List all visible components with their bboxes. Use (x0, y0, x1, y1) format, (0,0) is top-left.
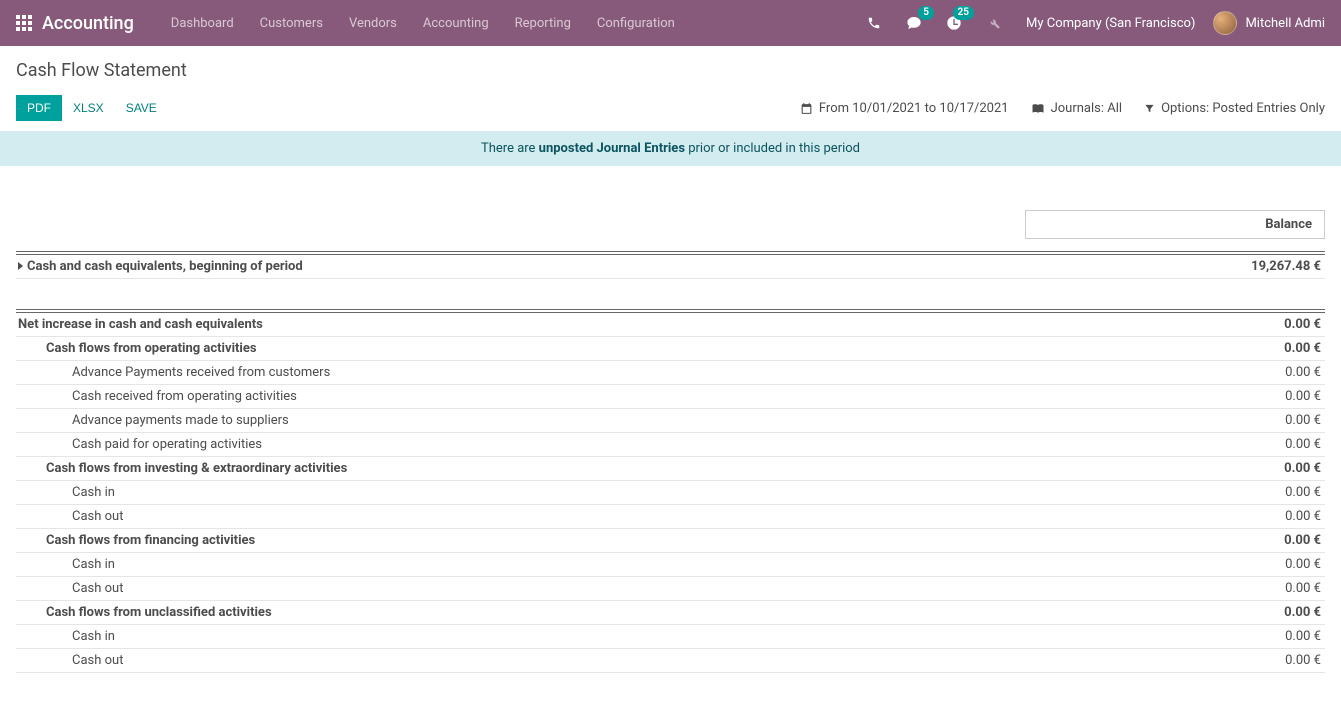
caret-icon (18, 262, 23, 270)
company-switcher[interactable]: My Company (San Francisco) (1020, 16, 1201, 31)
banner-text-pre: There are (481, 141, 539, 156)
nav-accounting[interactable]: Accounting (410, 0, 502, 46)
row-unclassified-header[interactable]: Cash flows from unclassified activities … (16, 601, 1325, 625)
row-investing-header[interactable]: Cash flows from investing & extraordinar… (16, 457, 1325, 481)
row-label: Cash and cash equivalents, beginning of … (27, 259, 303, 274)
row-op-2[interactable]: Advance payments made to suppliers0.00 € (16, 409, 1325, 433)
row-value: 0.00 € (1185, 629, 1325, 644)
calendar-icon (800, 102, 813, 115)
row-value: 0.00 € (1185, 509, 1325, 524)
messages-button[interactable]: 5 (900, 9, 928, 37)
row-label: Cash flows from unclassified activities (16, 605, 1185, 620)
user-menu[interactable]: Mitchell Admi (1213, 11, 1325, 35)
row-label: Cash out (16, 581, 1185, 596)
apps-icon (16, 15, 32, 31)
book-icon (1031, 102, 1045, 114)
row-label: Cash paid for operating activities (16, 437, 1185, 452)
row-value: 0.00 € (1185, 389, 1325, 404)
row-value: 0.00 € (1185, 461, 1325, 476)
row-label: Cash in (16, 485, 1185, 500)
row-value: 0.00 € (1185, 605, 1325, 620)
user-name: Mitchell Admi (1245, 16, 1325, 31)
balance-column-header: Balance (1025, 210, 1325, 239)
unposted-entries-banner: There are unposted Journal Entries prior… (0, 131, 1341, 166)
xlsx-button[interactable]: XLSX (62, 95, 115, 121)
row-value: 0.00 € (1185, 533, 1325, 548)
row-label: Net increase in cash and cash equivalent… (16, 317, 1185, 332)
nav-dashboard[interactable]: Dashboard (158, 0, 247, 46)
banner-text-post: prior or included in this period (685, 141, 860, 156)
row-op-3[interactable]: Cash paid for operating activities0.00 € (16, 433, 1325, 457)
pdf-button[interactable]: PDF (16, 95, 62, 121)
avatar (1213, 11, 1237, 35)
activities-button[interactable]: 25 (940, 9, 968, 37)
nav-reporting[interactable]: Reporting (502, 0, 584, 46)
row-value: 0.00 € (1185, 485, 1325, 500)
options-filter[interactable]: Options: Posted Entries Only (1144, 101, 1325, 116)
date-filter-label: From 10/01/2021 to 10/17/2021 (819, 101, 1009, 116)
row-label: Cash out (16, 509, 1185, 524)
row-financing-header[interactable]: Cash flows from financing activities 0.0… (16, 529, 1325, 553)
phone-icon (867, 16, 881, 30)
control-panel: Cash Flow Statement PDF XLSX SAVE From 1… (0, 46, 1341, 131)
row-op-0[interactable]: Advance Payments received from customers… (16, 361, 1325, 385)
save-button[interactable]: SAVE (115, 95, 168, 121)
apps-menu-button[interactable] (16, 15, 32, 31)
journals-filter[interactable]: Journals: All (1031, 101, 1122, 116)
row-unc-1[interactable]: Cash out0.00 € (16, 649, 1325, 673)
row-op-1[interactable]: Cash received from operating activities0… (16, 385, 1325, 409)
app-brand[interactable]: Accounting (42, 13, 134, 34)
row-value: 0.00 € (1185, 437, 1325, 452)
date-filter[interactable]: From 10/01/2021 to 10/17/2021 (800, 101, 1009, 116)
wrench-icon (987, 16, 1001, 30)
row-label: Advance payments made to suppliers (16, 413, 1185, 428)
row-label: Cash flows from investing & extraordinar… (16, 461, 1185, 476)
row-label: Cash flows from financing activities (16, 533, 1185, 548)
row-label: Cash in (16, 557, 1185, 572)
messages-badge: 5 (918, 6, 934, 20)
row-fin-0[interactable]: Cash in0.00 € (16, 553, 1325, 577)
nav-vendors[interactable]: Vendors (336, 0, 410, 46)
voip-button[interactable] (860, 9, 888, 37)
row-value: 0.00 € (1185, 317, 1325, 332)
row-inv-1[interactable]: Cash out0.00 € (16, 505, 1325, 529)
row-label: Cash flows from operating activities (16, 341, 1185, 356)
row-fin-1[interactable]: Cash out0.00 € (16, 577, 1325, 601)
debug-button[interactable] (980, 9, 1008, 37)
activities-badge: 25 (953, 6, 974, 20)
row-value: 0.00 € (1185, 413, 1325, 428)
row-value: 0.00 € (1185, 365, 1325, 380)
banner-link[interactable]: unposted Journal Entries (539, 141, 685, 156)
row-value: 0.00 € (1185, 581, 1325, 596)
row-label: Cash out (16, 653, 1185, 668)
journals-filter-label: Journals: All (1051, 101, 1122, 116)
nav-customers[interactable]: Customers (247, 0, 336, 46)
nav-configuration[interactable]: Configuration (584, 0, 688, 46)
report-body: Balance Cash and cash equivalents, begin… (0, 210, 1341, 703)
row-inv-0[interactable]: Cash in0.00 € (16, 481, 1325, 505)
filter-icon (1144, 103, 1155, 114)
row-net-increase[interactable]: Net increase in cash and cash equivalent… (16, 309, 1325, 337)
row-unc-0[interactable]: Cash in0.00 € (16, 625, 1325, 649)
row-value: 0.00 € (1185, 557, 1325, 572)
page-title: Cash Flow Statement (16, 60, 1325, 81)
row-label: Cash in (16, 629, 1185, 644)
row-value: 19,267.48 € (1185, 259, 1325, 274)
row-value: 0.00 € (1185, 653, 1325, 668)
row-beginning-cash[interactable]: Cash and cash equivalents, beginning of … (16, 251, 1325, 279)
row-operating-header[interactable]: Cash flows from operating activities 0.0… (16, 337, 1325, 361)
row-label: Cash received from operating activities (16, 389, 1185, 404)
row-value: 0.00 € (1185, 341, 1325, 356)
options-filter-label: Options: Posted Entries Only (1161, 101, 1325, 116)
row-label: Advance Payments received from customers (16, 365, 1185, 380)
main-navbar: Accounting Dashboard Customers Vendors A… (0, 0, 1341, 46)
